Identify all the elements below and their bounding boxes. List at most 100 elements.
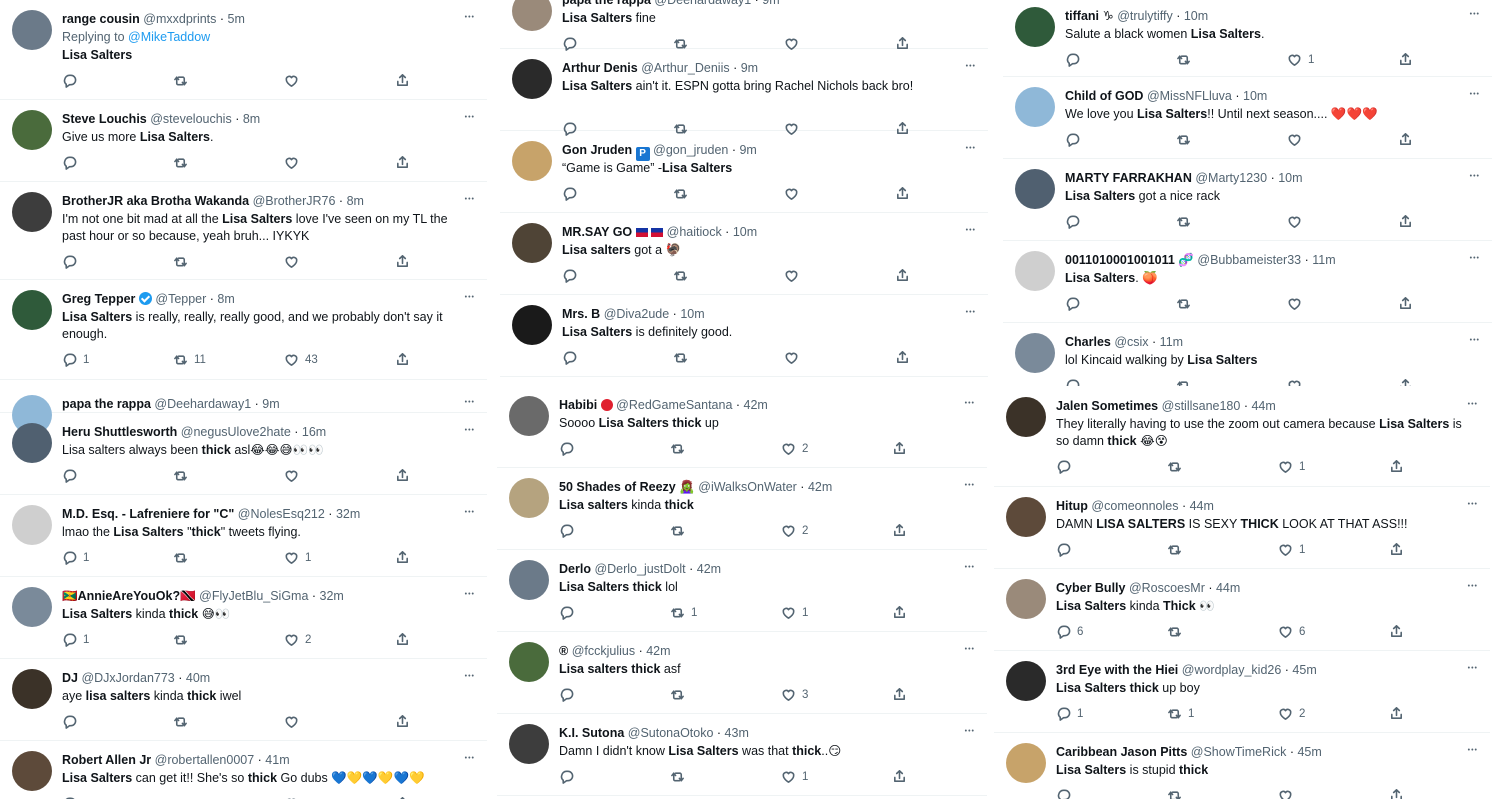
display-name[interactable]: Heru Shuttlesworth [62,425,177,439]
timestamp[interactable]: 41m [265,753,289,767]
display-name[interactable]: 🇬🇩AnnieAreYouOk?🇹🇹 [62,589,196,603]
handle[interactable]: @robertallen0007 [155,753,255,767]
retweet-button[interactable] [673,186,694,201]
tweet[interactable]: Child of GOD @MissNFLluva · 10m ••• We lov… [1003,77,1492,159]
more-horizontal-icon[interactable]: ••• [966,145,976,152]
avatar[interactable] [1006,661,1046,701]
like-button[interactable]: 43 [284,352,318,367]
share-button[interactable] [1398,214,1413,229]
share-button[interactable] [892,769,907,784]
handle[interactable]: @ShowTimeRick [1191,745,1287,759]
tweet[interactable]: 🇬🇩AnnieAreYouOk?🇹🇹 @FlyJetBlu_SiGma · 32… [0,577,487,659]
like-button[interactable]: 2 [781,441,808,456]
share-button[interactable] [395,714,410,729]
timestamp[interactable]: 42m [744,398,768,412]
timestamp[interactable]: 44m [1251,399,1275,413]
tweet[interactable]: ® @fcckjulius · 42m ••• Lisa salters thick… [497,632,987,714]
display-name[interactable]: Robert Allen Jr [62,753,151,767]
more-horizontal-icon[interactable]: ••• [465,591,475,598]
tweet[interactable]: Heru Shuttlesworth @negusUlove2hate · 16… [0,413,487,495]
display-name[interactable]: papa the rappa [62,397,151,411]
more-horizontal-icon[interactable]: ••• [965,646,975,653]
display-name[interactable]: Arthur Denis [562,61,638,75]
handle[interactable]: @Arthur_Deniis [641,61,729,75]
more-horizontal-icon[interactable]: ••• [465,427,475,434]
timestamp[interactable]: 5m [228,12,245,26]
avatar[interactable] [509,478,549,518]
timestamp[interactable]: 10m [1278,171,1302,185]
retweet-button[interactable] [670,769,691,784]
tweet[interactable]: BrotherJR aka Brotha Wakanda @BrotherJR7… [0,182,487,280]
retweet-button[interactable] [1176,378,1197,386]
avatar[interactable] [1006,579,1046,619]
timestamp[interactable]: 32m [320,589,344,603]
display-name[interactable]: M.D. Esq. - Lafreniere for "C" [62,507,234,521]
like-button[interactable]: 6 [1278,624,1305,639]
share-button[interactable] [892,441,907,456]
reply-button[interactable] [1065,296,1086,311]
like-button[interactable] [284,254,305,269]
more-horizontal-icon[interactable]: ••• [465,196,475,203]
reply-button[interactable] [1056,542,1077,557]
timestamp[interactable]: 10m [1184,9,1208,23]
timestamp[interactable]: 16m [302,425,326,439]
handle[interactable]: @Marty1230 [1195,171,1267,185]
more-horizontal-icon[interactable]: ••• [965,728,975,735]
display-name[interactable]: range cousin [62,12,140,26]
retweet-button[interactable] [173,73,194,88]
like-button[interactable] [1287,296,1308,311]
reply-button[interactable] [559,523,580,538]
retweet-button[interactable] [673,268,694,283]
handle[interactable]: @wordplay_kid26 [1182,663,1282,677]
more-horizontal-icon[interactable]: ••• [965,564,975,571]
more-horizontal-icon[interactable]: ••• [965,482,975,489]
more-horizontal-icon[interactable]: ••• [1468,665,1478,672]
share-button[interactable] [1389,624,1404,639]
handle[interactable]: @stillsane180 [1162,399,1241,413]
handle[interactable]: @Deehardaway1 [654,0,751,7]
handle[interactable]: @iWalksOnWater [698,480,797,494]
like-button[interactable]: 2 [1278,706,1305,721]
display-name[interactable]: Caribbean Jason Pitts [1056,745,1187,759]
more-horizontal-icon[interactable]: ••• [465,294,475,301]
display-name[interactable]: Greg Tepper [62,292,135,306]
retweet-button[interactable] [173,632,194,647]
like-button[interactable] [784,268,805,283]
handle[interactable]: @FlyJetBlu_SiGma [199,589,308,603]
like-button[interactable] [1287,378,1308,386]
reply-button[interactable]: 1 [1056,706,1083,721]
reply-button[interactable] [1056,788,1077,799]
display-name[interactable]: Gon Jruden [562,143,632,157]
handle[interactable]: @gon_jruden [653,143,728,157]
display-name[interactable]: ® [559,644,568,658]
tweet[interactable]: Gon Jruden P @gon_jruden · 9m ••• “Game is… [500,131,988,213]
tweet[interactable]: MARTY FARRAKHAN @Marty1230 · 10m ••• Lisa … [1003,159,1492,241]
like-button[interactable]: 1 [1278,542,1305,557]
avatar[interactable] [1006,497,1046,537]
timestamp[interactable]: 32m [336,507,360,521]
like-button[interactable]: 1 [1287,52,1314,67]
retweet-button[interactable] [1167,459,1188,474]
tweet[interactable]: 0011010001001011 🧬 @Bubbameister33 · 11m… [1003,241,1492,323]
more-horizontal-icon[interactable]: ••• [966,227,976,234]
tweet[interactable]: Habibi @RedGameSantana · 42m ••• Soooo Lis… [497,386,987,468]
handle[interactable]: @DJxJordan773 [81,671,174,685]
avatar[interactable] [512,223,552,263]
handle[interactable]: @Diva2ude [604,307,670,321]
reply-button[interactable] [1065,214,1086,229]
reply-mention-link[interactable]: @MikeTaddow [128,30,210,44]
handle[interactable]: @BrotherJR76 [253,194,336,208]
reply-button[interactable] [559,769,580,784]
more-horizontal-icon[interactable]: ••• [465,673,475,680]
reply-button[interactable] [1065,378,1086,386]
avatar[interactable] [1006,397,1046,437]
retweet-button[interactable] [173,254,194,269]
avatar[interactable] [1015,87,1055,127]
tweet[interactable]: DJ @DJxJordan773 · 40m ••• aye lisa salter… [0,659,487,741]
like-button[interactable] [784,186,805,201]
more-horizontal-icon[interactable]: ••• [1468,501,1478,508]
display-name[interactable]: Hitup [1056,499,1088,513]
avatar[interactable] [12,587,52,627]
handle[interactable]: @mxxdprints [143,12,216,26]
share-button[interactable] [395,73,410,88]
